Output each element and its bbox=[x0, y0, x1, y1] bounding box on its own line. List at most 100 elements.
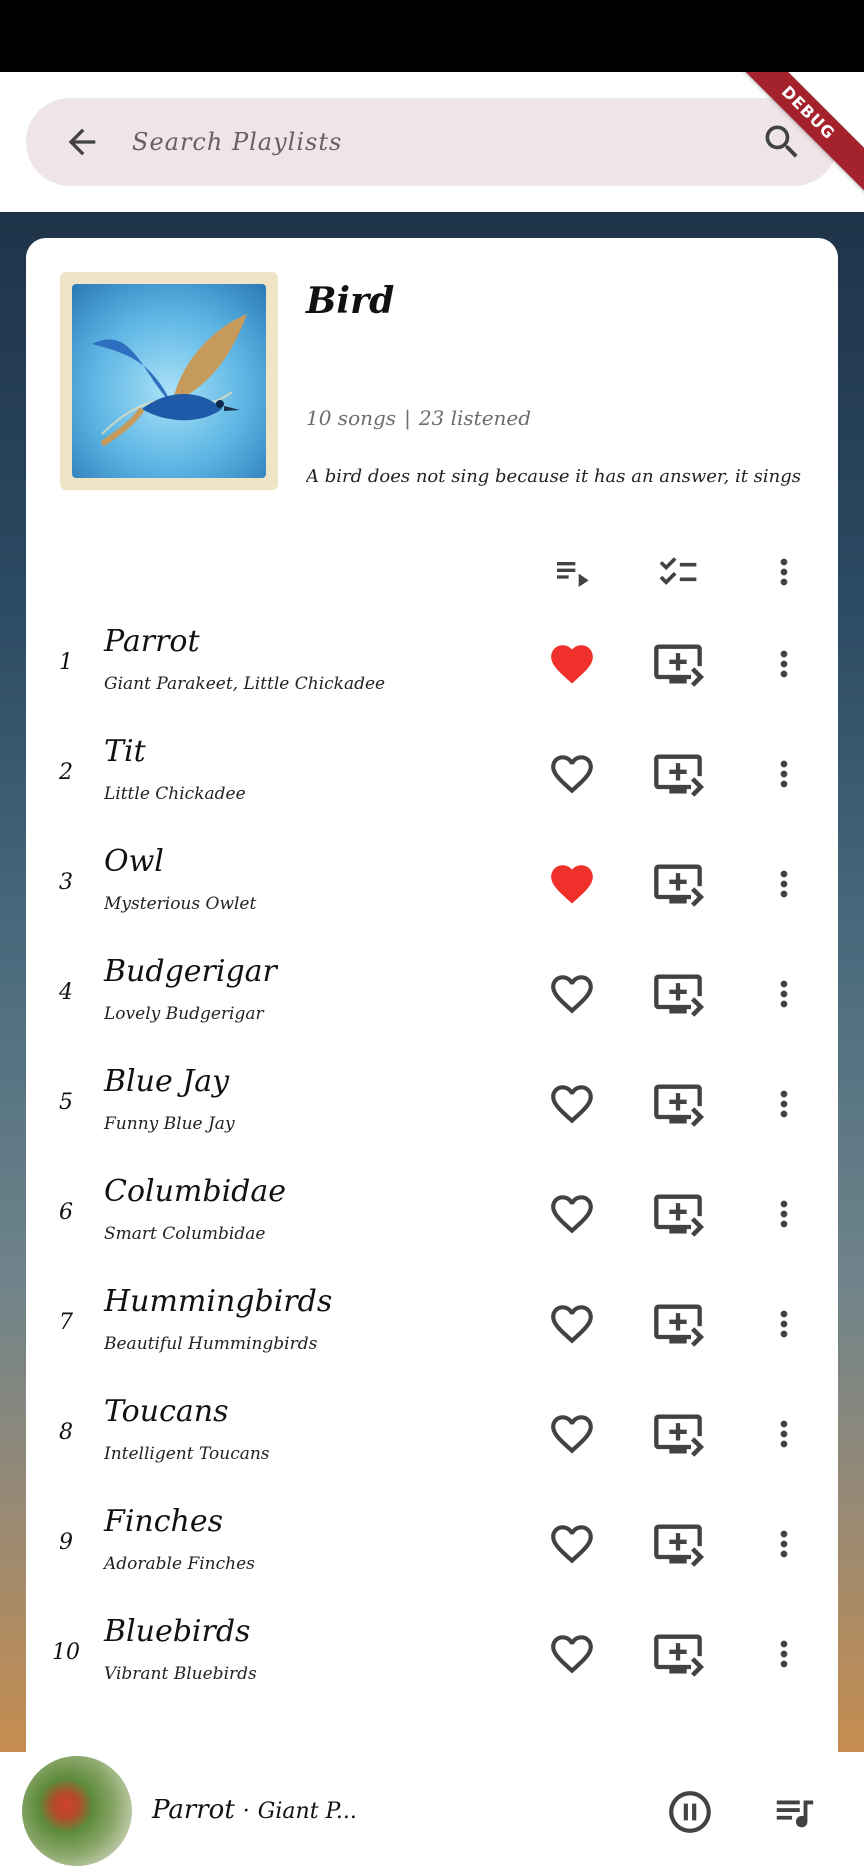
search-header: Search Playlists DEBUG bbox=[0, 72, 864, 212]
song-index: 4 bbox=[59, 980, 73, 1005]
select-songs-button[interactable] bbox=[650, 544, 706, 600]
playlist-card: Bird 10 songs | 23 listened A bird does … bbox=[26, 238, 838, 1752]
song-row[interactable]: 1 Parrot Giant Parakeet, Little Chickadee bbox=[26, 608, 838, 718]
song-more-button[interactable] bbox=[756, 1516, 812, 1572]
now-playing-title: Parrot bbox=[152, 1795, 235, 1825]
playlist-more-button[interactable] bbox=[756, 544, 812, 600]
add-to-queue-icon bbox=[654, 1084, 704, 1127]
add-to-queue-button[interactable] bbox=[650, 636, 706, 692]
song-index: 10 bbox=[52, 1640, 80, 1665]
favorite-button[interactable] bbox=[544, 966, 600, 1022]
favorite-button[interactable] bbox=[544, 1296, 600, 1352]
bird-illustration-icon bbox=[92, 314, 247, 447]
more-vert-icon bbox=[780, 980, 788, 1008]
song-artist: Little Chickadee bbox=[104, 784, 246, 804]
song-artist: Beautiful Hummingbirds bbox=[104, 1334, 318, 1354]
song-row[interactable]: 8 Toucans Intelligent Toucans bbox=[26, 1378, 838, 1488]
heart-outline-icon bbox=[551, 1195, 593, 1234]
song-row[interactable]: 3 Owl Mysterious Owlet bbox=[26, 828, 838, 938]
more-vert-icon bbox=[780, 650, 788, 678]
now-playing-artist: Giant P... bbox=[257, 1799, 357, 1824]
favorite-button[interactable] bbox=[544, 1406, 600, 1462]
song-artist: Vibrant Bluebirds bbox=[104, 1664, 257, 1684]
playlist-stats: 10 songs | 23 listened bbox=[306, 406, 531, 430]
song-row[interactable]: 7 Hummingbirds Beautiful Hummingbirds bbox=[26, 1268, 838, 1378]
add-to-queue-button[interactable] bbox=[650, 966, 706, 1022]
song-more-button[interactable] bbox=[756, 636, 812, 692]
song-row[interactable]: 2 Tit Little Chickadee bbox=[26, 718, 838, 828]
song-artist: Lovely Budgerigar bbox=[104, 1004, 264, 1024]
add-to-queue-button[interactable] bbox=[650, 1296, 706, 1352]
song-index: 5 bbox=[59, 1090, 73, 1115]
playlist-play-icon bbox=[557, 562, 589, 587]
back-button[interactable] bbox=[56, 116, 108, 168]
arrow-back-icon bbox=[68, 128, 96, 156]
song-index: 7 bbox=[59, 1310, 73, 1335]
more-vert-icon bbox=[780, 870, 788, 898]
song-row[interactable]: 5 Blue Jay Funny Blue Jay bbox=[26, 1048, 838, 1158]
playlist-title: Bird bbox=[306, 280, 395, 322]
song-row[interactable]: 6 Columbidae Smart Columbidae bbox=[26, 1158, 838, 1268]
heart-outline-icon bbox=[551, 1305, 593, 1344]
queue-music-icon bbox=[776, 1800, 814, 1828]
song-more-button[interactable] bbox=[756, 1626, 812, 1682]
more-vert-icon bbox=[780, 1420, 788, 1448]
favorite-button[interactable] bbox=[544, 746, 600, 802]
song-row[interactable]: 4 Budgerigar Lovely Budgerigar bbox=[26, 938, 838, 1048]
queue-button[interactable] bbox=[766, 1784, 822, 1840]
favorite-button[interactable] bbox=[544, 1516, 600, 1572]
song-more-button[interactable] bbox=[756, 1186, 812, 1242]
add-to-queue-button[interactable] bbox=[650, 746, 706, 802]
favorite-button[interactable] bbox=[544, 1076, 600, 1132]
add-to-queue-button[interactable] bbox=[650, 1516, 706, 1572]
heart-outline-icon bbox=[551, 1085, 593, 1124]
add-to-queue-button[interactable] bbox=[650, 1076, 706, 1132]
favorite-button[interactable] bbox=[544, 1626, 600, 1682]
heart-outline-icon bbox=[551, 975, 593, 1014]
song-index: 8 bbox=[59, 1420, 73, 1445]
song-title: Parrot bbox=[104, 624, 200, 659]
more-vert-icon bbox=[780, 1200, 788, 1228]
add-to-queue-icon bbox=[654, 1414, 704, 1457]
song-more-button[interactable] bbox=[756, 1296, 812, 1352]
add-to-queue-icon bbox=[654, 754, 704, 797]
song-title: Owl bbox=[104, 844, 164, 879]
mini-player[interactable]: Parrot · Giant P... bbox=[0, 1752, 864, 1872]
now-playing-info[interactable]: Parrot · Giant P... bbox=[152, 1788, 357, 1832]
favorite-button[interactable] bbox=[544, 856, 600, 912]
more-vert-icon bbox=[780, 1640, 788, 1668]
add-to-queue-button[interactable] bbox=[650, 1186, 706, 1242]
song-more-button[interactable] bbox=[756, 746, 812, 802]
cover-artwork bbox=[72, 284, 266, 478]
playlist-description: A bird does not sing because it has an a… bbox=[306, 466, 802, 487]
search-input[interactable]: Search Playlists bbox=[132, 98, 342, 186]
song-title: Hummingbirds bbox=[104, 1284, 333, 1319]
now-playing-artwork[interactable] bbox=[22, 1756, 132, 1866]
song-more-button[interactable] bbox=[756, 1076, 812, 1132]
playlist-cover bbox=[60, 272, 278, 490]
heart-filled-icon bbox=[551, 645, 593, 684]
add-to-queue-button[interactable] bbox=[650, 856, 706, 912]
song-artist: Funny Blue Jay bbox=[104, 1114, 235, 1134]
add-to-queue-button[interactable] bbox=[650, 1626, 706, 1682]
play-all-button[interactable] bbox=[544, 544, 600, 600]
song-more-button[interactable] bbox=[756, 1406, 812, 1462]
heart-filled-icon bbox=[551, 865, 593, 904]
more-vert-icon bbox=[780, 558, 788, 586]
search-bar[interactable]: Search Playlists bbox=[26, 98, 838, 186]
song-row[interactable]: 10 Bluebirds Vibrant Bluebirds bbox=[26, 1598, 838, 1708]
song-title: Bluebirds bbox=[104, 1614, 251, 1649]
more-vert-icon bbox=[780, 1090, 788, 1118]
song-title: Columbidae bbox=[104, 1174, 287, 1209]
add-to-queue-button[interactable] bbox=[650, 1406, 706, 1462]
heart-outline-icon bbox=[551, 1525, 593, 1564]
song-row[interactable]: 9 Finches Adorable Finches bbox=[26, 1488, 838, 1598]
song-artist: Adorable Finches bbox=[104, 1554, 255, 1574]
song-more-button[interactable] bbox=[756, 856, 812, 912]
favorite-button[interactable] bbox=[544, 1186, 600, 1242]
pause-button[interactable] bbox=[662, 1784, 718, 1840]
favorite-button[interactable] bbox=[544, 636, 600, 692]
song-count: 10 songs bbox=[306, 406, 397, 430]
song-more-button[interactable] bbox=[756, 966, 812, 1022]
search-icon bbox=[765, 125, 798, 158]
